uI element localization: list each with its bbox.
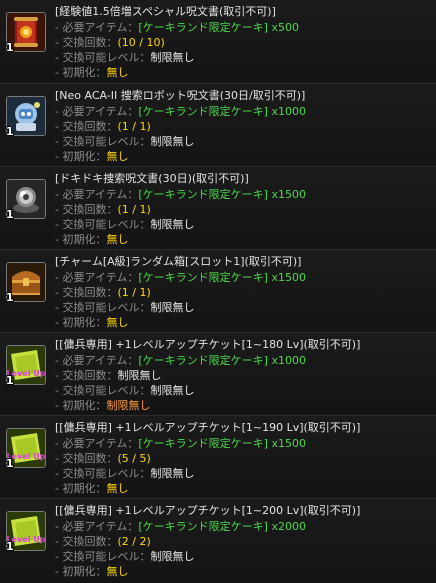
item-title: [ドキドキ捜索呪文書(30日)(取引不可)] [55, 172, 249, 185]
required-item-name: [ケーキランド限定ケーキ] [138, 354, 268, 367]
required-item-amount: x1500 [271, 188, 306, 201]
exchange-level-value: 制限無し [150, 384, 195, 397]
exchange-level-value: 制限無し [150, 301, 195, 314]
reset-label: - 初期化： [55, 66, 107, 79]
required-item-amount: x1000 [271, 105, 306, 118]
exchange-level-label: - 交換可能レベル： [55, 301, 151, 314]
required-item-name: [ケーキランド限定ケーキ] [138, 105, 268, 118]
required-item-amount: x1500 [271, 437, 306, 450]
required-item-label: - 必要アイテム： [55, 520, 139, 533]
required-item-name: [ケーキランド限定ケーキ] [138, 437, 268, 450]
exchange-level-value: 制限無し [150, 550, 195, 563]
exchange-item-row[interactable]: 1 [Neo ACA-II 捜索ロボット呪文書(30日/取引不可)] - 必要ア… [0, 83, 436, 165]
exchange-count-value: 制限無し [117, 369, 162, 382]
reset-label: - 初期化： [55, 233, 107, 246]
exchange-level-label: - 交換可能レベル： [55, 550, 151, 563]
exchange-item-row[interactable]: 1 [経験値1.5倍増スペシャル呪文書(取引不可)] - 必要アイテム：[ケーキ… [0, 0, 436, 82]
exchange-level-value: 制限無し [150, 467, 195, 480]
reset-label: - 初期化： [55, 316, 107, 329]
item-quantity: 1 [6, 41, 14, 54]
reset-value: 無し [106, 233, 129, 246]
reset-label: - 初期化： [55, 565, 107, 578]
exchange-item-row[interactable]: 1 [ドキドキ捜索呪文書(30日)(取引不可)] - 必要アイテム：[ケーキラン… [0, 166, 436, 248]
exchange-count-value: (1 / 1) [117, 286, 151, 299]
required-item-name: [ケーキランド限定ケーキ] [138, 520, 268, 533]
exchange-count-label: - 交換回数： [55, 452, 118, 465]
item-quantity: 1 [6, 125, 14, 138]
item-title: [Neo ACA-II 捜索ロボット呪文書(30日/取引不可)] [55, 89, 306, 102]
reset-value: 無し [106, 482, 129, 495]
required-item-amount: x1000 [271, 354, 306, 367]
reset-value: 無し [106, 66, 129, 79]
exchange-item-row[interactable]: 1 [チャーム[A級]ランダム箱[スロット1](取引不可)] - 必要アイテム：… [0, 249, 436, 331]
required-item-amount: x2000 [271, 520, 306, 533]
exchange-level-label: - 交換可能レベル： [55, 467, 151, 480]
reset-label: - 初期化： [55, 482, 107, 495]
item-title: [経験値1.5倍増スペシャル呪文書(取引不可)] [55, 5, 276, 18]
exchange-level-label: - 交換可能レベル： [55, 135, 151, 148]
reset-label: - 初期化： [55, 399, 107, 412]
required-item-label: - 必要アイテム： [55, 105, 139, 118]
reset-value: 無し [106, 316, 129, 329]
item-title: [[傭兵専用] +1レベルアップチケット[1~180 Lv](取引不可)] [55, 338, 361, 351]
reset-value: 無し [106, 150, 129, 163]
exchange-level-value: 制限無し [150, 51, 195, 64]
exchange-count-label: - 交換回数： [55, 36, 118, 49]
exchange-level-value: 制限無し [150, 135, 195, 148]
item-title: [[傭兵専用] +1レベルアップチケット[1~200 Lv](取引不可)] [55, 504, 361, 517]
exchange-count-label: - 交換回数： [55, 535, 118, 548]
item-title: [チャーム[A級]ランダム箱[スロット1](取引不可)] [55, 255, 302, 268]
exchange-item-row[interactable]: Level Up 1 [[傭兵専用] +1レベルアップチケット[1~190 Lv… [0, 415, 436, 497]
required-item-label: - 必要アイテム： [55, 271, 139, 284]
exchange-count-label: - 交換回数： [55, 120, 118, 133]
exchange-item-row[interactable]: Level Up 1 [[傭兵専用] +1レベルアップチケット[1~180 Lv… [0, 332, 436, 414]
item-quantity: 1 [6, 540, 14, 553]
required-item-label: - 必要アイテム： [55, 437, 139, 450]
exchange-count-value: (5 / 5) [117, 452, 151, 465]
required-item-name: [ケーキランド限定ケーキ] [138, 271, 268, 284]
exchange-count-value: (2 / 2) [117, 535, 151, 548]
required-item-amount: x500 [271, 21, 299, 34]
exchange-count-label: - 交換回数： [55, 286, 118, 299]
reset-value: 制限無し [106, 399, 151, 412]
item-quantity: 1 [6, 208, 14, 221]
item-title: [[傭兵専用] +1レベルアップチケット[1~190 Lv](取引不可)] [55, 421, 361, 434]
exchange-list: 1 [経験値1.5倍増スペシャル呪文書(取引不可)] - 必要アイテム：[ケーキ… [0, 0, 436, 583]
exchange-count-value: (1 / 1) [117, 203, 151, 216]
exchange-level-label: - 交換可能レベル： [55, 218, 151, 231]
reset-value: 無し [106, 565, 129, 578]
exchange-item-row[interactable]: Level Up 1 [[傭兵専用] +1レベルアップチケット[1~200 Lv… [0, 498, 436, 583]
required-item-name: [ケーキランド限定ケーキ] [138, 21, 268, 34]
required-item-name: [ケーキランド限定ケーキ] [138, 188, 268, 201]
exchange-level-label: - 交換可能レベル： [55, 51, 151, 64]
required-item-label: - 必要アイテム： [55, 21, 139, 34]
exchange-count-value: (10 / 10) [117, 36, 165, 49]
item-quantity: 1 [6, 374, 14, 387]
required-item-label: - 必要アイテム： [55, 354, 139, 367]
item-quantity: 1 [6, 291, 14, 304]
required-item-amount: x1500 [271, 271, 306, 284]
exchange-level-value: 制限無し [150, 218, 195, 231]
required-item-label: - 必要アイテム： [55, 188, 139, 201]
exchange-count-value: (1 / 1) [117, 120, 151, 133]
exchange-level-label: - 交換可能レベル： [55, 384, 151, 397]
exchange-count-label: - 交換回数： [55, 369, 118, 382]
item-quantity: 1 [6, 457, 14, 470]
exchange-count-label: - 交換回数： [55, 203, 118, 216]
reset-label: - 初期化： [55, 150, 107, 163]
